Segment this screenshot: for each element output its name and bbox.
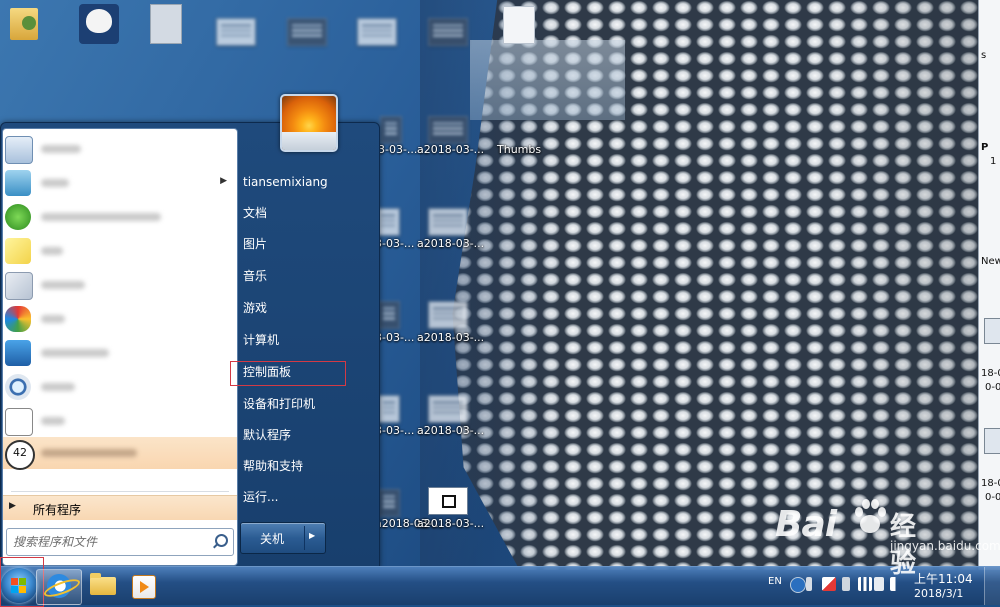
paw-icon: [855, 499, 886, 533]
desktop-thumb-icon[interactable]: [428, 487, 468, 515]
desktop-icon-label: a2018-03-...: [417, 143, 485, 156]
default-programs-link[interactable]: 默认程序: [238, 424, 375, 446]
desktop-thumb-icon[interactable]: [378, 301, 400, 329]
desktop-thumb-icon[interactable]: [216, 18, 256, 46]
user-name-link[interactable]: tiansemixiang: [238, 171, 375, 193]
tray-icon[interactable]: [806, 577, 812, 591]
desktop-thumb-icon[interactable]: [380, 116, 402, 144]
folder-icon: [90, 573, 116, 595]
program-item-calculator[interactable]: [3, 133, 237, 165]
magnifier-icon: [5, 374, 31, 400]
scissors-icon: [5, 272, 33, 300]
desktop-thumb-icon[interactable]: [428, 301, 468, 329]
separator: [11, 491, 229, 492]
desktop-thumb-icon[interactable]: [357, 18, 397, 46]
computer-link[interactable]: 计算机: [238, 329, 375, 351]
desktop-icon-label: a2018-03-...: [417, 237, 485, 250]
user-avatar[interactable]: [280, 94, 338, 152]
user-folder-icon[interactable]: [6, 4, 42, 44]
program-item-magnifier[interactable]: [3, 371, 237, 403]
network-icon[interactable]: [874, 577, 884, 591]
search-input[interactable]: [11, 532, 210, 552]
help-tray-icon[interactable]: [790, 577, 806, 593]
desktop-icon-label: 3-03-...: [375, 237, 415, 250]
program-item-solitaire[interactable]: [3, 405, 237, 437]
network-signal-icon[interactable]: [858, 577, 872, 591]
program-item-remote-desktop[interactable]: [3, 337, 237, 369]
blurred-region: [470, 40, 625, 120]
submenu-arrow-icon: ▶: [220, 176, 227, 186]
paint-icon: [5, 306, 31, 332]
program-item[interactable]: ▶: [3, 167, 237, 199]
help-support-link[interactable]: 帮助和支持: [238, 455, 375, 477]
pictures-link[interactable]: 图片: [238, 233, 375, 255]
calculator-icon: [5, 136, 33, 164]
devices-printers-link[interactable]: 设备和打印机: [238, 393, 375, 415]
remote-desktop-icon: [5, 340, 31, 366]
bear-app-icon[interactable]: [77, 2, 121, 46]
run-link[interactable]: 运行...: [238, 486, 375, 508]
action-center-flag-icon[interactable]: [822, 577, 836, 591]
desktop-thumb-icon[interactable]: [428, 116, 468, 144]
desktop-icon-label: Thumbs: [497, 143, 542, 156]
program-list: ▶ 42 ▶ 所有程序 搜索程序和文件: [2, 128, 238, 566]
desktop-icon-label: 3-03-...: [375, 424, 415, 437]
desktop-thumb-icon[interactable]: [428, 208, 468, 236]
program-item-windows-media-center[interactable]: [3, 201, 237, 233]
desktop-thumb-icon[interactable]: [378, 489, 400, 517]
sticky-notes-icon: [5, 238, 31, 264]
all-programs-button[interactable]: ▶ 所有程序: [3, 495, 237, 520]
language-indicator[interactable]: EN: [768, 576, 782, 587]
search-box[interactable]: [6, 528, 234, 556]
documents-link[interactable]: 文档: [238, 202, 375, 224]
recent-app-icon: 42: [5, 440, 35, 470]
clock-time[interactable]: 上午11:04: [914, 570, 973, 587]
desktop-icon-label: a2018-03-...: [417, 424, 485, 437]
desktop-icon-label: a2018-03-...: [417, 517, 485, 530]
clock-date[interactable]: 2018/3/1: [914, 587, 963, 600]
shutdown-button[interactable]: 关机 ▶: [240, 522, 326, 554]
battery-icon[interactable]: [842, 577, 850, 591]
triangle-right-icon: ▶: [9, 501, 16, 511]
music-link[interactable]: 音乐: [238, 265, 375, 287]
cards-icon: [5, 408, 33, 436]
media-center-icon: [5, 204, 31, 230]
search-icon[interactable]: [215, 534, 228, 547]
desktop-thumb-icon[interactable]: [428, 395, 468, 423]
shutdown-options-arrow-icon[interactable]: ▶: [309, 531, 315, 540]
app-icon: [5, 170, 31, 196]
desktop-icon-label: 3-03-...: [378, 143, 418, 156]
taskbar-internet-explorer[interactable]: [36, 569, 82, 605]
show-desktop-button[interactable]: [984, 567, 1000, 605]
games-link[interactable]: 游戏: [238, 297, 375, 319]
program-item-highlighted[interactable]: 42: [3, 437, 237, 470]
desktop-icon-label: 3-03-...: [375, 331, 415, 344]
program-item-snipping-tool[interactable]: [3, 269, 237, 301]
program-item-paint[interactable]: [3, 303, 237, 335]
program-item-sticky-notes[interactable]: [3, 235, 237, 267]
control-panel-highlight-box: [230, 361, 346, 386]
taskbar-media-player[interactable]: [120, 569, 164, 603]
desktop-thumb-icon[interactable]: [378, 395, 400, 423]
taskbar-explorer[interactable]: [80, 569, 124, 603]
file-icon[interactable]: [150, 4, 182, 44]
taskbar: EN 上午11:04 2018/3/1: [0, 557, 1000, 607]
start-menu: ▶ 42 ▶ 所有程序 搜索程序和文件 tiansemixiang 文档 图片 …: [0, 94, 380, 568]
file-icon[interactable]: [503, 6, 535, 44]
desktop-thumb-icon[interactable]: [287, 18, 327, 46]
desktop-icon-label: a2018-03-...: [417, 331, 485, 344]
desktop-thumb-icon[interactable]: [428, 18, 468, 46]
media-player-icon: [132, 575, 156, 599]
